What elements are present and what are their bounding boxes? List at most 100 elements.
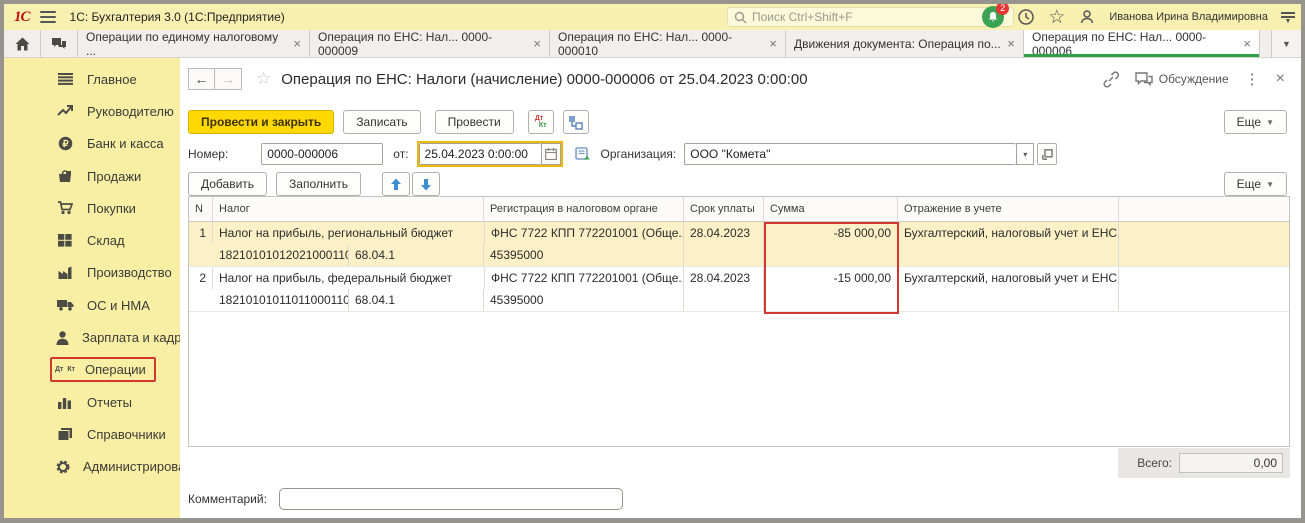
due-date[interactable]: 28.04.2023 xyxy=(684,222,764,244)
post-button[interactable]: Провести xyxy=(434,110,514,134)
row-number: 2 xyxy=(189,267,213,289)
table-more-button[interactable]: Еще ▼ xyxy=(1223,172,1287,196)
service-menu-icon[interactable]: ▼ xyxy=(1281,11,1295,25)
close-tab-icon[interactable]: × xyxy=(533,36,541,51)
sidebar-item-os-i-nma[interactable]: ОС и НМА xyxy=(4,289,180,321)
organization-dropdown-icon[interactable]: ▾ xyxy=(1016,143,1035,165)
reflection[interactable]: Бухгалтерский, налоговый учет и ЕНС xyxy=(898,222,1119,244)
notification-count-badge: 2 xyxy=(996,4,1010,15)
registration[interactable]: ФНС 7722 КПП 772201001 (Обще... xyxy=(484,222,684,244)
main-menu-icon[interactable] xyxy=(39,11,56,23)
sidebar-item-rukovoditelyu[interactable]: Руководителю xyxy=(4,95,180,127)
home-tab-icon[interactable] xyxy=(4,30,41,57)
back-button[interactable]: ← xyxy=(188,68,215,90)
totals-panel: Всего: 0,00 xyxy=(1118,448,1290,478)
kbk-code[interactable]: 18210101012021000110 xyxy=(213,244,349,266)
close-tab-icon[interactable]: × xyxy=(1243,36,1251,51)
save-button[interactable]: Записать xyxy=(343,110,421,134)
add-row-button[interactable]: Добавить xyxy=(188,172,268,196)
amount[interactable]: -15 000,00 xyxy=(764,267,898,289)
sidebar-item-administrirovanie[interactable]: Администрирование xyxy=(4,451,207,483)
close-tab-icon[interactable]: × xyxy=(769,36,777,51)
more-menu-kebab-icon[interactable]: ⋮ xyxy=(1245,70,1260,88)
tax-table: N Налог Регистрация в налоговом органе С… xyxy=(188,196,1290,447)
section-sidebar: Главное Руководителю ₽ Банк и касса Прод… xyxy=(4,58,207,518)
document-posted-icon xyxy=(574,147,591,161)
discussions-tab-icon[interactable] xyxy=(41,30,78,57)
number-label: Номер: xyxy=(188,147,229,161)
col-header-reflection[interactable]: Отражение в учете xyxy=(898,197,1119,221)
sidebar-item-operacii[interactable]: Дт Кт Операции xyxy=(4,354,180,386)
sidebar-item-spravochniki[interactable]: Справочники xyxy=(4,418,180,450)
col-header-registration[interactable]: Регистрация в налоговом органе xyxy=(484,197,684,221)
col-header-tax[interactable]: Налог xyxy=(213,197,484,221)
sidebar-item-zarplata-i-kadry[interactable]: Зарплата и кадры xyxy=(4,321,191,353)
registration[interactable]: ФНС 7722 КПП 772201001 (Обще... xyxy=(484,267,684,289)
svg-text:₽: ₽ xyxy=(62,139,69,150)
books-icon xyxy=(56,427,74,441)
history-icon[interactable] xyxy=(1017,8,1035,26)
kbk-code[interactable]: 18210101011011000110 xyxy=(213,289,349,311)
form-more-button[interactable]: Еще ▼ xyxy=(1223,110,1287,134)
calendar-icon[interactable] xyxy=(540,143,561,165)
tab-operation-000006-active[interactable]: Операция по ЕНС: Нал... 0000-000006 × xyxy=(1024,30,1260,58)
table-row-1[interactable]: 1 Налог на прибыль, региональный бюджет … xyxy=(189,222,1289,267)
tab-document-movements[interactable]: Движения документа: Операция по... × xyxy=(786,30,1024,57)
tab-list-dropdown-icon[interactable]: ▼ xyxy=(1271,30,1301,57)
organization-input[interactable]: ООО "Комета" xyxy=(684,143,1017,165)
sidebar-item-bank-i-kassa[interactable]: ₽ Банк и касса xyxy=(4,128,180,160)
reflection[interactable]: Бухгалтерский, налоговый учет и ЕНС xyxy=(898,267,1119,289)
forward-button[interactable]: → xyxy=(215,68,242,90)
global-search-input[interactable]: Поиск Ctrl+Shift+F xyxy=(727,7,1014,27)
sidebar-item-otchety[interactable]: Отчеты xyxy=(4,386,180,418)
discussion-icon[interactable] xyxy=(1135,71,1153,87)
tab-operations-list[interactable]: Операции по единому налоговому ... × xyxy=(78,30,310,58)
bar-chart-icon xyxy=(56,396,74,409)
tab-operation-000010[interactable]: Операция по ЕНС: Нал... 0000-000010 × xyxy=(550,30,786,58)
link-icon[interactable] xyxy=(1102,70,1119,88)
sidebar-item-pokupki[interactable]: Покупки xyxy=(4,192,180,224)
tax-name[interactable]: Налог на прибыль, федеральный бюджет xyxy=(213,267,484,289)
total-label: Всего: xyxy=(1137,456,1172,470)
top-bar: 1С 1С: Бухгалтерия 3.0 (1С:Предприятие) … xyxy=(4,4,1301,30)
post-and-close-button[interactable]: Провести и закрыть xyxy=(188,110,335,134)
tax-name[interactable]: Налог на прибыль, региональный бюджет xyxy=(213,222,484,244)
sales-bag-icon xyxy=(56,169,74,183)
number-input[interactable]: 0000-000006 xyxy=(261,143,384,165)
notifications-bell-icon[interactable]: 2 xyxy=(982,4,1010,28)
comment-input[interactable] xyxy=(278,488,623,510)
document-structure-button[interactable] xyxy=(562,110,589,134)
discussion-label[interactable]: Обсуждение xyxy=(1159,72,1229,86)
sidebar-item-proizvodstvo[interactable]: Производство xyxy=(4,257,180,289)
favorite-star-icon[interactable]: ☆ xyxy=(256,69,271,89)
fill-button[interactable]: Заполнить xyxy=(276,172,361,196)
sidebar-item-prodazhi[interactable]: Продажи xyxy=(4,160,180,192)
col-header-amount[interactable]: Сумма xyxy=(764,197,898,221)
due-date[interactable]: 28.04.2023 xyxy=(684,267,764,289)
close-tab-icon[interactable]: × xyxy=(293,36,301,51)
col-header-due-date[interactable]: Срок уплаты xyxy=(684,197,764,221)
col-header-n[interactable]: N xyxy=(189,197,213,221)
1c-logo-icon: 1С xyxy=(14,8,30,25)
sidebar-item-sklad[interactable]: Склад xyxy=(4,224,180,256)
move-row-up-icon[interactable] xyxy=(381,172,410,196)
table-row-2[interactable]: 2 Налог на прибыль, федеральный бюджет Ф… xyxy=(189,267,1289,312)
date-label: от: xyxy=(393,147,409,161)
close-form-icon[interactable]: × xyxy=(1276,70,1285,88)
amount[interactable]: -85 000,00 xyxy=(764,222,898,244)
operations-red-highlight: Дт Кт Операции xyxy=(50,357,156,383)
favorites-star-icon[interactable]: ☆ xyxy=(1048,8,1065,27)
account-code[interactable]: 68.04.1 xyxy=(349,244,484,266)
oktmo-code[interactable]: 45395000 xyxy=(484,289,684,311)
sidebar-item-glavnoe[interactable]: Главное xyxy=(4,63,180,95)
move-row-down-icon[interactable] xyxy=(411,172,440,196)
organization-open-icon[interactable] xyxy=(1037,143,1058,165)
show-postings-dtkt-button[interactable]: Дт Кт xyxy=(527,110,554,134)
account-code[interactable]: 68.04.1 xyxy=(349,289,484,311)
tab-operation-000009[interactable]: Операция по ЕНС: Нал... 0000-000009 × xyxy=(310,30,550,58)
oktmo-code[interactable]: 45395000 xyxy=(484,244,684,266)
close-tab-icon[interactable]: × xyxy=(1007,36,1015,51)
user-icon[interactable] xyxy=(1078,8,1096,26)
user-name[interactable]: Иванова Ирина Владимировна xyxy=(1109,11,1268,23)
date-input[interactable]: 25.04.2023 0:00:00 xyxy=(418,143,541,165)
